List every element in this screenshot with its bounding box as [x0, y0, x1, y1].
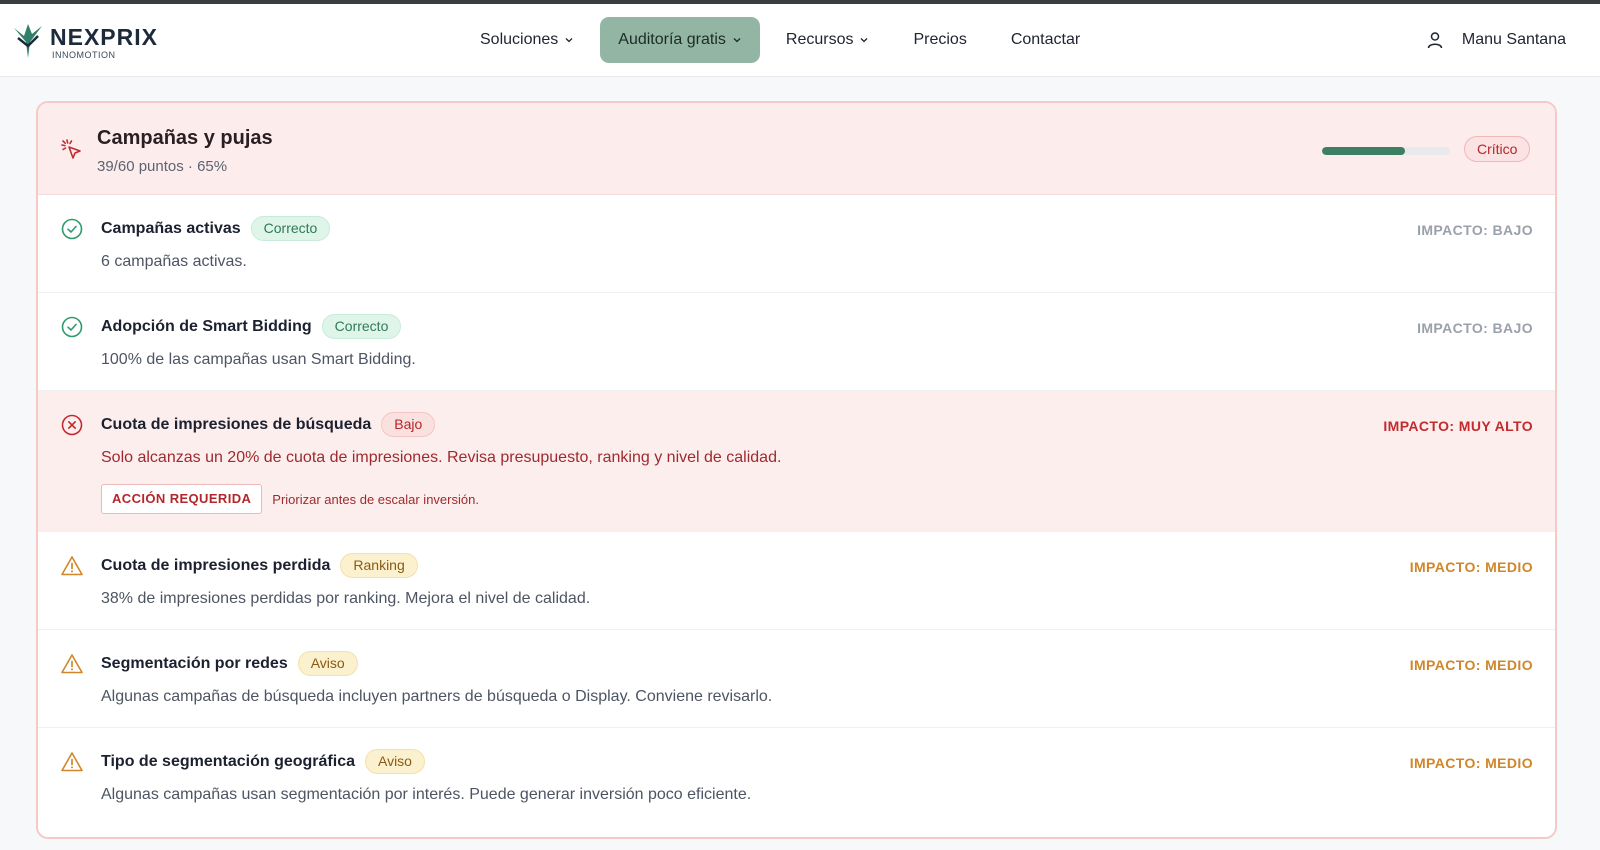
check-row-campanas-activas[interactable]: Campañas activas Correcto 6 campañas act…: [38, 195, 1555, 293]
check-title: Cuota de impresiones de búsqueda: [101, 415, 372, 433]
audit-section-card: Campañas y pujas 39/60 puntos · 65% Crít…: [36, 101, 1557, 839]
score-progress-bar: [1322, 147, 1450, 155]
check-description: Algunas campañas usan segmentación por i…: [101, 786, 752, 803]
check-circle-icon: [61, 218, 83, 240]
impact-label: IMPACTO: MUY ALTO: [1383, 418, 1533, 434]
check-description: Algunas campañas de búsqueda incluyen pa…: [101, 688, 773, 705]
action-required-button[interactable]: ACCIÓN REQUERIDA: [101, 484, 263, 514]
nav-item-soluciones[interactable]: Soluciones: [462, 17, 592, 63]
nav-item-label: Contactar: [1010, 31, 1081, 48]
chevron-down-icon: [565, 38, 573, 43]
user-icon: [1427, 32, 1443, 49]
section-header[interactable]: Campañas y pujas 39/60 puntos · 65% Crít…: [38, 103, 1555, 195]
impact-label: IMPACTO: MEDIO: [1409, 559, 1533, 575]
check-description: 100% de las campañas usan Smart Bidding.: [101, 351, 416, 368]
check-description: 6 campañas activas.: [101, 253, 247, 270]
impact-label: IMPACTO: BAJO: [1417, 222, 1533, 238]
status-badge: Crítico: [1464, 136, 1531, 162]
check-circle-icon: [61, 316, 83, 338]
user-name: Manu Santana: [1461, 31, 1566, 48]
status-tag: Correcto: [250, 216, 331, 241]
nav-item-auditoria-gratis[interactable]: Auditoría gratis: [600, 17, 760, 63]
check-row-segmentacion-redes[interactable]: Segmentación por redes Aviso Algunas cam…: [38, 630, 1555, 728]
check-title: Tipo de segmentación geográfica: [101, 752, 355, 770]
status-tag: Aviso: [364, 749, 425, 774]
check-description: 38% de impresiones perdidas por ranking.…: [101, 590, 591, 607]
chevron-down-icon: [861, 38, 868, 43]
brand-logo[interactable]: NEXPRIX INNOMOTION: [12, 22, 158, 64]
action-note: Priorizar antes de escalar inversión.: [272, 491, 479, 507]
check-row-segmentacion-geografica[interactable]: Tipo de segmentación geográfica Aviso Al…: [38, 728, 1555, 826]
main-nav: Soluciones Auditoría gratis Recursos Pre…: [462, 17, 1106, 63]
section-title: Campañas y pujas: [97, 127, 273, 149]
check-row-cuota-impresiones-busqueda[interactable]: Cuota de impresiones de búsqueda Bajo So…: [38, 391, 1555, 532]
user-menu[interactable]: Manu Santana: [1426, 31, 1566, 49]
cursor-click-icon: [61, 139, 81, 159]
site-header: NEXPRIX INNOMOTION Soluciones Auditoría …: [0, 4, 1600, 77]
warning-triangle-icon: [61, 556, 83, 576]
status-tag: Bajo: [381, 412, 436, 437]
impact-label: IMPACTO: MEDIO: [1409, 755, 1533, 771]
logo-mark-icon: [14, 24, 42, 58]
check-row-smart-bidding[interactable]: Adopción de Smart Bidding Correcto 100% …: [38, 293, 1555, 391]
status-tag: Correcto: [321, 314, 402, 339]
warning-triangle-icon: [61, 654, 83, 674]
nav-item-label: Auditoría gratis: [618, 31, 726, 48]
check-title: Segmentación por redes: [101, 654, 288, 672]
check-title: Adopción de Smart Bidding: [101, 317, 312, 335]
brand-name: NEXPRIX: [50, 24, 158, 50]
status-tag: Aviso: [297, 651, 358, 676]
check-description: Solo alcanzas un 20% de cuota de impresi…: [101, 449, 782, 466]
check-title: Cuota de impresiones perdida: [101, 556, 331, 574]
nav-item-label: Recursos: [785, 31, 854, 48]
check-title: Campañas activas: [101, 219, 241, 237]
warning-triangle-icon: [61, 752, 83, 772]
impact-label: IMPACTO: MEDIO: [1409, 657, 1533, 673]
score-progress-fill: [1322, 147, 1406, 155]
status-tag: Ranking: [340, 553, 418, 578]
nav-item-contactar[interactable]: Contactar: [993, 17, 1098, 63]
nav-item-label: Soluciones: [480, 31, 559, 48]
check-row-cuota-impresiones-perdida[interactable]: Cuota de impresiones perdida Ranking 38%…: [38, 532, 1555, 630]
chevron-down-icon: [733, 38, 741, 43]
nav-item-recursos[interactable]: Recursos: [768, 17, 888, 63]
nav-item-precios[interactable]: Precios: [895, 17, 984, 63]
impact-label: IMPACTO: BAJO: [1417, 320, 1533, 336]
nav-item-label: Precios: [913, 31, 967, 48]
x-circle-icon: [61, 414, 83, 436]
brand-tagline: INNOMOTION: [52, 50, 116, 60]
section-score: 39/60 puntos · 65%: [97, 158, 228, 175]
